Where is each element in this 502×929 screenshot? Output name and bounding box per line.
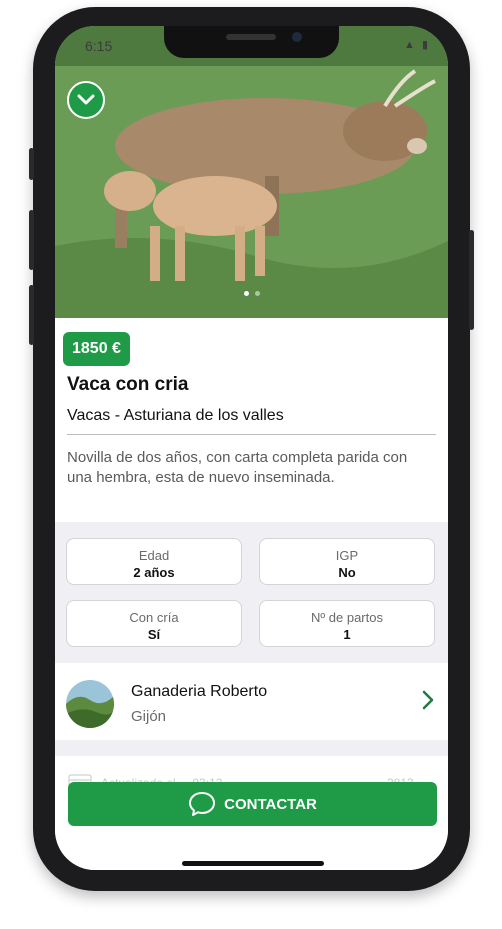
- pagination-dot[interactable]: [243, 291, 249, 296]
- contact-label: CONTACTAR: [224, 795, 317, 813]
- seller-avatar-image: [66, 680, 114, 728]
- cow-and-calf-image: [55, 26, 448, 318]
- chat-bubble-icon: [188, 791, 216, 817]
- attribute-label: Con cría: [129, 610, 179, 625]
- listing-description: Novilla de dos años, con carta completa …: [67, 449, 408, 486]
- attribute-births: Nº de partos 1: [259, 600, 435, 647]
- chevron-down-icon: [77, 94, 95, 105]
- home-indicator[interactable]: [182, 861, 324, 866]
- pagination-dot[interactable]: [254, 291, 260, 296]
- attributes-section: Edad 2 años IGP No Con cría Sí Nº de par…: [55, 522, 448, 660]
- mute-switch: [29, 148, 34, 180]
- listing-category: Vacas - Asturiana de los valles: [67, 407, 284, 424]
- photo-pagination: [55, 291, 448, 296]
- volume-down-button: [29, 285, 34, 345]
- attribute-with-calf: Con cría Sí: [66, 600, 242, 647]
- power-button: [469, 230, 474, 330]
- seller-arrow[interactable]: [422, 690, 434, 715]
- front-camera: [292, 32, 302, 42]
- attribute-value: 1: [343, 627, 351, 642]
- listing-title: Vaca con cria: [67, 374, 189, 395]
- listing-photo[interactable]: [55, 26, 448, 318]
- volume-up-button: [29, 210, 34, 270]
- speaker: [226, 34, 276, 40]
- price-badge: 1850 €: [63, 332, 130, 366]
- status-icons: ▲ ▮: [404, 39, 430, 51]
- listing-card: 1850 € Vaca con cria Vacas - Asturiana d…: [55, 318, 448, 522]
- attribute-label: IGP: [335, 548, 359, 563]
- contact-button[interactable]: CONTACTAR: [68, 782, 437, 826]
- attribute-value: No: [338, 565, 356, 580]
- attribute-label: Edad: [138, 548, 170, 563]
- collapse-button[interactable]: [67, 81, 105, 119]
- attribute-value: 2 años: [133, 565, 175, 580]
- attribute-label: Nº de partos: [311, 610, 383, 625]
- divider: [67, 434, 436, 435]
- seller-name: Ganaderia Roberto: [131, 683, 268, 700]
- attribute-age: Edad 2 años: [66, 538, 242, 585]
- avatar: [66, 680, 114, 728]
- chevron-right-icon: [422, 690, 434, 710]
- app-screen: 6:15 ▲ ▮ 1850 € Vaca con cria Vacas - As…: [55, 26, 448, 870]
- seller-city: Gijón: [131, 708, 167, 725]
- status-time: 6:15: [85, 38, 113, 54]
- attribute-igp: IGP No: [259, 538, 435, 585]
- notch: [164, 26, 339, 58]
- seller-row[interactable]: Ganaderia Roberto Gijón: [55, 663, 448, 740]
- attribute-value: Sí: [147, 627, 161, 642]
